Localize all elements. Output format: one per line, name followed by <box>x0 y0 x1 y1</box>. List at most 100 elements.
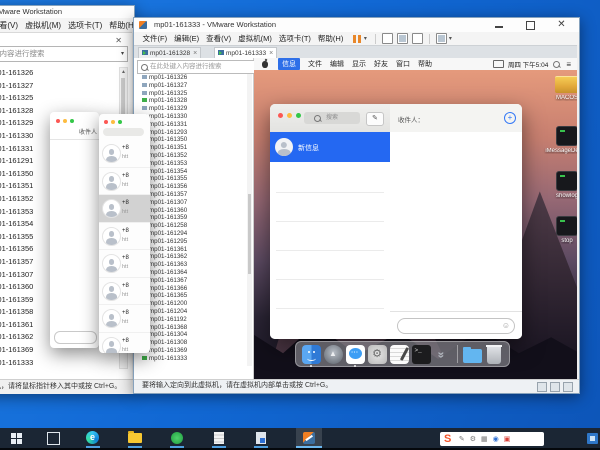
vm-list-item[interactable]: mp01-161327 <box>0 80 121 93</box>
contact-row[interactable]: +8 htt <box>99 195 150 223</box>
pause-dropdown-icon[interactable]: ▾ <box>364 35 367 42</box>
vm-list-item[interactable]: mp01-161333 <box>134 355 246 363</box>
minimize-traffic-light[interactable] <box>63 119 67 123</box>
menu-item[interactable]: 帮助(H) <box>318 33 343 44</box>
desktop-icon-imessagedebug[interactable]: iMessageDebug <box>537 126 577 154</box>
tab-close-icon[interactable]: × <box>269 50 273 57</box>
vm-list-item[interactable]: mp01-161200 <box>134 300 246 308</box>
green-app-icon[interactable] <box>164 428 190 448</box>
view-dropdown-icon[interactable]: ▾ <box>449 35 452 42</box>
vm-list-item[interactable]: mp01-161368 <box>134 324 246 332</box>
menu-item[interactable]: 查看(V) <box>0 20 18 31</box>
recipient-field[interactable]: 收件人： + <box>390 104 522 132</box>
vm-list-item[interactable]: mp01-161356 <box>134 183 246 191</box>
sidebar-close-icon[interactable]: ✕ <box>115 36 122 45</box>
vm-list-item[interactable]: mp01-161351 <box>134 144 246 152</box>
tray-icon[interactable] <box>587 433 598 444</box>
dock-messages-icon[interactable] <box>346 345 365 364</box>
settings-icon[interactable]: ⚙ <box>470 435 476 443</box>
vm-list-item[interactable]: mp01-161354 <box>134 168 246 176</box>
search-field[interactable] <box>103 128 144 136</box>
contact-row[interactable]: +8 htt <box>99 278 150 306</box>
menu-item[interactable]: 编辑(E) <box>174 33 199 44</box>
compose-button[interactable]: ✎ <box>366 112 384 126</box>
vm-list-item[interactable]: mp01-161328 <box>134 97 246 105</box>
vm-list-item[interactable]: mp01-161293 <box>134 129 246 137</box>
close-traffic-light[interactable] <box>56 119 60 123</box>
vm-list-item[interactable]: mp01-161326 <box>0 67 121 80</box>
contact-row[interactable]: +8 htt <box>99 333 150 354</box>
close-traffic-light[interactable] <box>278 113 283 118</box>
vm-list-item[interactable]: mp01-161357 <box>134 191 246 199</box>
vm-list-item[interactable]: mp01-161355 <box>134 175 246 183</box>
vm-list-item[interactable]: mp01-161325 <box>134 90 246 98</box>
notification-center-icon[interactable]: ≡ <box>566 60 571 69</box>
office-app-icon[interactable] <box>248 428 274 448</box>
macos-menu-item[interactable]: 编辑 <box>330 59 344 69</box>
add-recipient-button[interactable]: + <box>504 112 516 124</box>
conversation-item-selected[interactable]: 新信息 <box>270 132 390 162</box>
edge-icon[interactable]: e <box>80 428 106 448</box>
scroll-up-icon[interactable]: ▲ <box>120 68 127 76</box>
minimize-traffic-light[interactable] <box>111 120 115 124</box>
vm-list-item[interactable]: mp01-161330 <box>134 113 246 121</box>
close-button[interactable]: ✕ <box>546 18 577 32</box>
menu-item[interactable]: 文件(F) <box>143 33 168 44</box>
macos-menu-item[interactable]: 文件 <box>308 59 322 69</box>
revert-icon[interactable] <box>397 33 408 44</box>
input-source-icon[interactable] <box>493 60 504 68</box>
sogou-input-bar[interactable]: S ✎ ⚙ ▦ ◉ ▣ <box>440 432 544 446</box>
document-app-icon[interactable] <box>206 428 232 448</box>
sidebar-search-input[interactable]: 在此处键入内容进行搜索 ▾ <box>0 46 128 62</box>
vm-list-item[interactable]: mp01-161258 <box>134 222 246 230</box>
dock-textedit-icon[interactable] <box>390 345 409 364</box>
vm-list-item[interactable]: mp01-161352 <box>134 152 246 160</box>
sidebar-search-input[interactable]: 在此处键入内容进行搜索 ▾ <box>137 60 261 74</box>
dock-finder-icon[interactable] <box>302 345 321 364</box>
contact-row[interactable]: +8 htt <box>99 168 150 196</box>
menu-bar-clock[interactable]: 周四 下午5:04 <box>508 59 548 69</box>
recipient-field[interactable]: 收件人 <box>50 127 99 140</box>
dock-system-preferences-icon[interactable] <box>368 345 387 364</box>
messages-search-input[interactable]: 搜索 <box>304 112 360 124</box>
message-input[interactable] <box>54 331 97 344</box>
desktop-icon-macos[interactable]: MACOS <box>537 76 577 101</box>
vm-list-item[interactable]: mp01-161367 <box>134 277 246 285</box>
macos-menu-item[interactable]: 好友 <box>374 59 388 69</box>
menu-item[interactable]: 查看(V) <box>206 33 231 44</box>
vm-list-item[interactable]: mp01-161326 <box>134 74 246 82</box>
file-explorer-icon[interactable] <box>122 428 148 448</box>
minimize-button[interactable] <box>484 18 515 32</box>
tab-close-icon[interactable]: × <box>193 50 197 57</box>
vm-list-item[interactable]: mp01-161369 <box>134 347 246 355</box>
vm-list-item[interactable]: mp01-161295 <box>134 238 246 246</box>
vm-list-item[interactable]: mp01-161327 <box>134 82 246 90</box>
contact-row[interactable]: +8 htt <box>99 140 150 168</box>
vm-list-item[interactable]: mp01-161204 <box>134 308 246 316</box>
vm-list-item[interactable]: mp01-161360 <box>134 207 246 215</box>
pause-button[interactable] <box>353 35 356 43</box>
vm-list-item[interactable]: mp01-161294 <box>134 230 246 238</box>
vm-list-item[interactable]: mp01-161333 <box>0 357 121 367</box>
zoom-traffic-light[interactable] <box>70 119 74 123</box>
contact-row[interactable]: +8 htt <box>99 305 150 333</box>
desktop-icon-showlog[interactable]: showlog <box>537 171 577 199</box>
zoom-traffic-light[interactable] <box>118 120 122 124</box>
menu-item[interactable]: 虚拟机(M) <box>238 33 272 44</box>
vm-list-item[interactable]: mp01-161363 <box>134 261 246 269</box>
macos-menu-item[interactable]: 信息 <box>278 58 300 70</box>
macos-menu-item[interactable]: 帮助 <box>418 59 432 69</box>
task-view-button[interactable] <box>40 428 66 448</box>
search-dropdown-icon[interactable]: ▾ <box>121 47 124 61</box>
contact-row[interactable]: +8 htt <box>99 223 150 251</box>
hdd-status-icon[interactable] <box>537 382 547 392</box>
zoom-traffic-light[interactable] <box>296 113 301 118</box>
vm-list-item[interactable]: mp01-161362 <box>134 253 246 261</box>
vm-list-item[interactable]: mp01-161192 <box>134 316 246 324</box>
vm-list-item[interactable]: mp01-161325 <box>0 92 121 105</box>
console-view-icon[interactable] <box>436 33 447 44</box>
macos-menu-item[interactable]: 窗口 <box>396 59 410 69</box>
vm-list-item[interactable]: mp01-161365 <box>134 292 246 300</box>
vm-list-item[interactable]: mp01-161361 <box>134 246 246 254</box>
minimize-traffic-light[interactable] <box>287 113 292 118</box>
